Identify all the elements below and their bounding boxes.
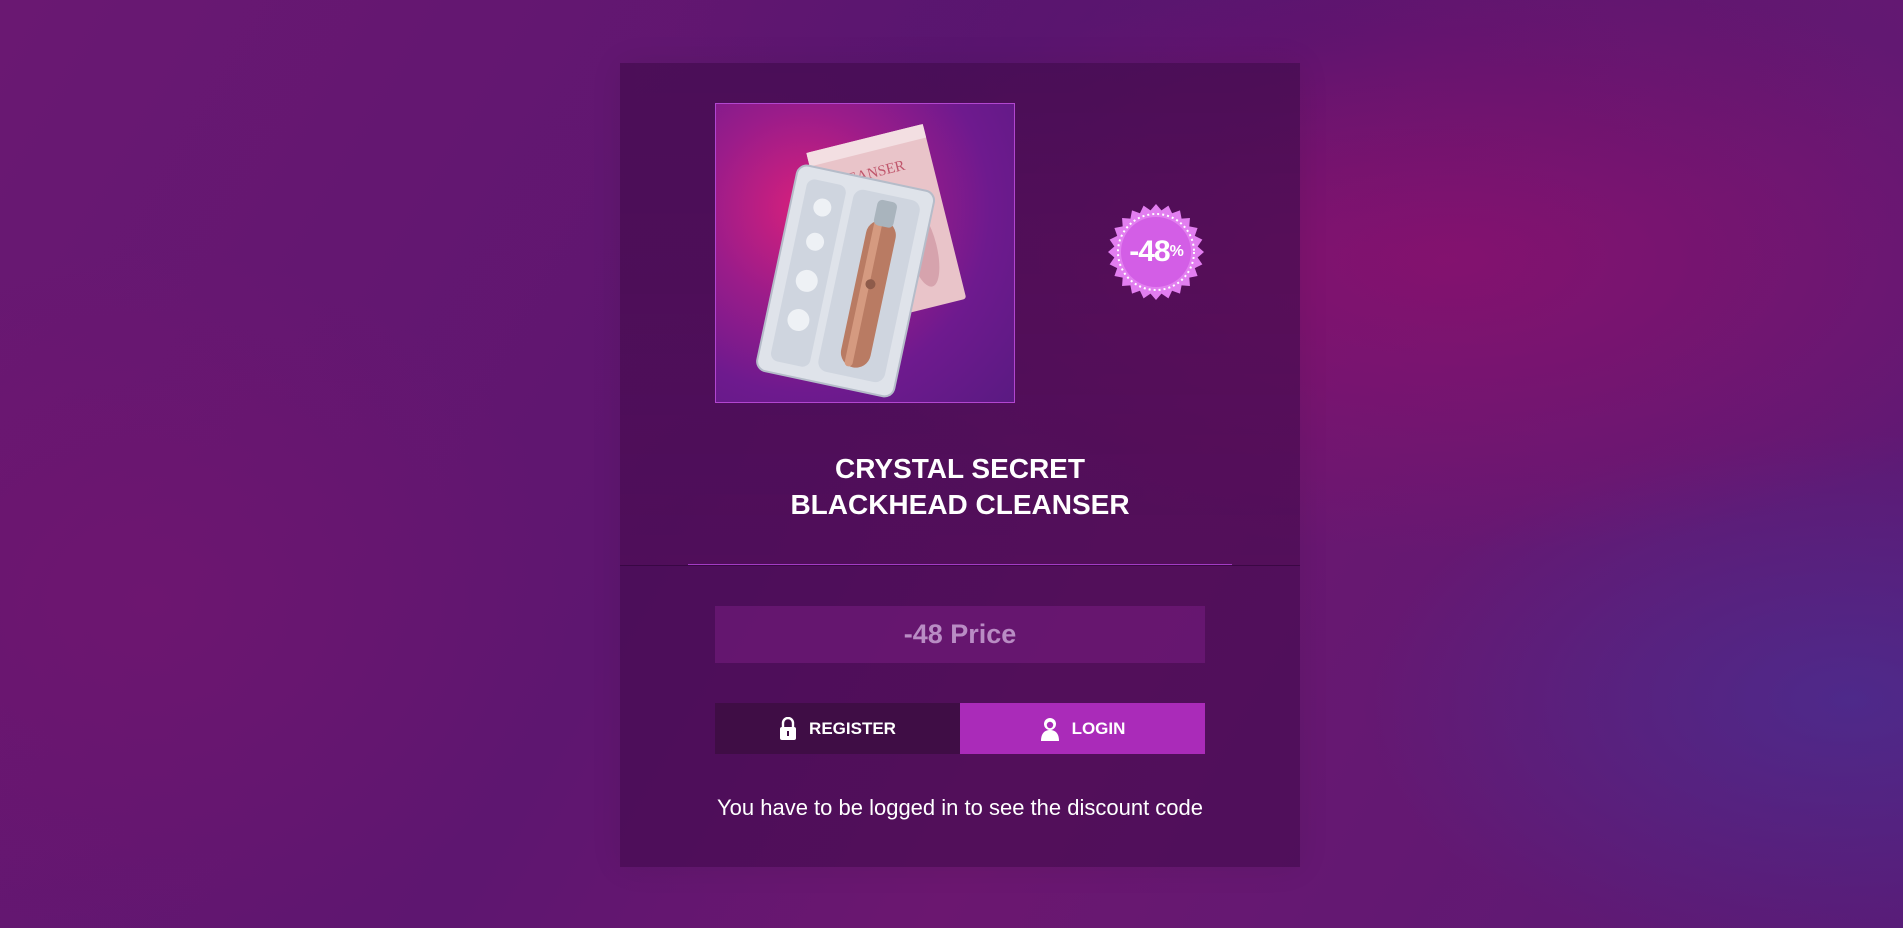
- register-label: REGISTER: [809, 718, 896, 738]
- login-required-note: You have to be logged in to see the disc…: [716, 795, 1203, 820]
- product-title-line2: BLACKHEAD CLEANSER: [790, 489, 1130, 520]
- price-box: -48 Price: [715, 606, 1205, 663]
- discount-badge: -48%: [1107, 203, 1205, 301]
- product-card: CLEANSER -48% CRYSTAL SECRET BLACKHEAD C…: [620, 63, 1300, 867]
- price-label: -48 Price: [903, 619, 1017, 649]
- login-label: LOGIN: [1071, 718, 1126, 738]
- product-image: CLEANSER: [715, 103, 1015, 403]
- user-icon: [1040, 716, 1060, 742]
- product-title: CRYSTAL SECRET BLACKHEAD CLEANSER: [620, 451, 1300, 523]
- lock-icon: [779, 716, 797, 741]
- divider: [688, 564, 1232, 565]
- register-button[interactable]: REGISTER: [715, 703, 960, 754]
- login-button[interactable]: LOGIN: [960, 703, 1205, 754]
- product-title-line1: CRYSTAL SECRET: [835, 453, 1085, 484]
- discount-value: -48%: [1129, 235, 1184, 268]
